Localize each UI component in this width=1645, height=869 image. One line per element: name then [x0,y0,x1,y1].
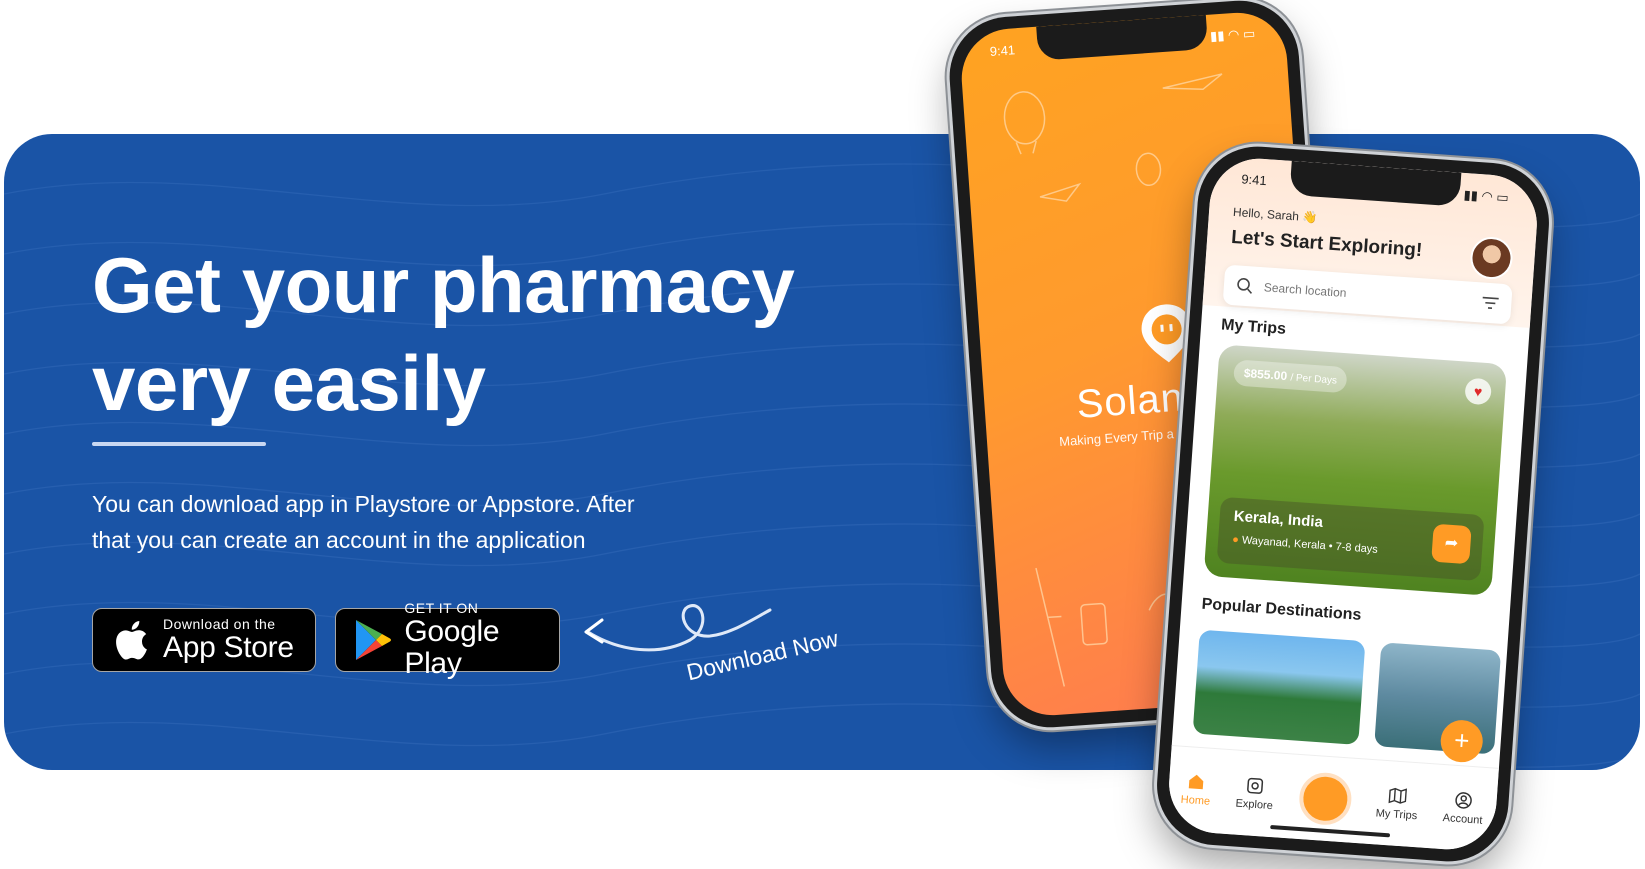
google-play-icon [350,619,396,661]
description: You can download app in Playstore or App… [92,491,635,553]
tab-label: Home [1180,793,1211,808]
tab-account[interactable]: Account [1442,790,1484,827]
share-arrow-icon[interactable]: ➦ [1431,523,1472,565]
heart-icon[interactable]: ♥ [1464,377,1493,406]
status-time: 9:41 [1240,171,1268,189]
tab-label: Account [1442,812,1483,827]
user-icon [1455,792,1473,809]
tab-label: My Trips [1375,807,1418,823]
trip-info-panel: Kerala, India ● Wayanad, Kerala • 7-8 da… [1216,496,1485,582]
center-action-button[interactable] [1297,771,1353,827]
google-play-button[interactable]: GET IT ON Google Play [335,600,560,680]
trip-card[interactable]: $855.00 / Per Days ♥ Kerala, India ● Way… [1203,344,1508,596]
headline-line-2: very easily [92,339,486,427]
app-store-button[interactable]: Download on the App Store [92,608,316,672]
apple-button-big-text: App Store [163,631,294,664]
trip-name: Kerala, India [1233,507,1324,531]
trip-meta: ● Wayanad, Kerala • 7-8 days [1232,534,1378,556]
headline-underline [92,442,266,446]
google-button-small-text: GET IT ON [404,600,479,616]
tab-label: Explore [1235,797,1274,813]
headline-line-1: Get your pharmacy [92,241,795,329]
home-icon [1189,774,1204,790]
filter-icon[interactable] [1481,295,1500,310]
trip-duration: • 7-8 days [1328,540,1379,556]
trip-price-unit: / Per Days [1289,372,1338,387]
headline: Get your pharmacy very easily [92,236,795,432]
search-icon [1237,278,1253,294]
my-trips-heading: My Trips [1220,316,1287,338]
apple-button-small-text: Download on the [163,616,276,632]
signal-icon: ▮▮ ◠ ▭ [1209,25,1256,44]
tab-explore[interactable]: Explore [1235,776,1275,813]
status-time: 9:41 [989,42,1016,60]
tab-my-trips[interactable]: My Trips [1375,785,1419,822]
destination-card[interactable] [1192,629,1366,745]
home-screen: 9:41 ▮▮ ◠ ▭ Hello, Sarah 👋 Let's Start E… [1165,155,1541,853]
map-icon [1388,787,1408,804]
search-input[interactable]: Search location [1263,280,1481,309]
price-badge: $855.00 / Per Days [1232,359,1348,394]
home-phone-mockup: 9:41 ▮▮ ◠ ▭ Hello, Sarah 👋 Let's Start E… [1153,142,1553,866]
popular-destinations-heading: Popular Destinations [1201,595,1362,624]
compass-icon [1247,777,1264,794]
trip-price: $855.00 [1243,366,1288,384]
trip-location: Wayanad, Kerala [1241,534,1327,553]
apple-icon [107,620,155,660]
google-button-big-text: Google Play [404,615,500,680]
tab-home[interactable]: Home [1180,772,1212,808]
signal-icon: ▮▮ ◠ ▭ [1463,186,1510,206]
location-pin-icon: ● [1231,533,1240,547]
bottom-tab-bar: Home Explore My Trips Account [1165,744,1499,853]
